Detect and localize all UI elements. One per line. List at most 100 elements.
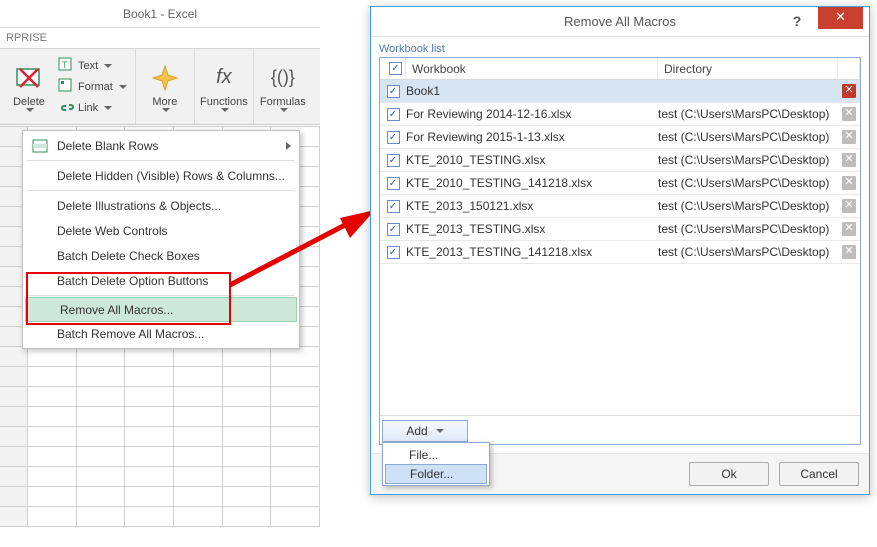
header-remove xyxy=(838,58,860,79)
row-checkbox[interactable]: ✓ xyxy=(380,80,406,102)
add-button-label: Add xyxy=(406,424,427,438)
workbook-row[interactable]: ✓KTE_2010_TESTING_141218.xlsxtest (C:\Us… xyxy=(380,172,860,195)
help-button[interactable]: ? xyxy=(777,7,817,35)
separator xyxy=(27,190,295,191)
row-remove-button[interactable]: ✕ xyxy=(838,126,860,148)
row-checkbox[interactable]: ✓ xyxy=(380,126,406,148)
add-menu-file[interactable]: File... xyxy=(383,445,489,465)
format-icon xyxy=(58,78,74,95)
radio-icon xyxy=(29,272,51,290)
add-button[interactable]: Add xyxy=(382,420,468,442)
checkbox-icon xyxy=(29,247,51,265)
chevron-down-icon xyxy=(162,108,170,112)
close-button[interactable]: ✕ xyxy=(818,7,863,29)
menu-item-label: Batch Delete Option Buttons xyxy=(57,274,208,288)
macro-batch-icon xyxy=(29,325,51,343)
workbook-list-label: Workbook list xyxy=(379,43,861,55)
ribbon-group-formulas: {()} Formulas xyxy=(254,49,312,124)
row-remove-button[interactable]: ✕ xyxy=(838,103,860,125)
text-icon: T xyxy=(58,57,74,74)
delete-button[interactable]: Delete xyxy=(6,62,52,112)
workbook-list-header: ✓ Workbook Directory xyxy=(380,58,860,80)
chevron-down-icon xyxy=(104,64,112,68)
header-workbook[interactable]: Workbook xyxy=(406,58,658,79)
row-directory xyxy=(658,80,838,102)
row-workbook: KTE_2010_TESTING_141218.xlsx xyxy=(406,172,658,194)
workbook-row[interactable]: ✓KTE_2010_TESTING.xlsxtest (C:\Users\Mar… xyxy=(380,149,860,172)
row-workbook: KTE_2013_TESTING_141218.xlsx xyxy=(406,241,658,263)
menu-item-delete-blank-rows[interactable]: Delete Blank Rows xyxy=(23,133,299,158)
row-remove-button[interactable]: ✕ xyxy=(838,218,860,240)
row-checkbox[interactable]: ✓ xyxy=(380,172,406,194)
row-directory: test (C:\Users\MarsPC\Desktop) xyxy=(658,126,838,148)
header-checkbox[interactable]: ✓ xyxy=(380,58,406,79)
add-menu-folder[interactable]: Folder... xyxy=(385,464,487,484)
row-remove-button[interactable]: ✕ xyxy=(838,80,860,102)
row-checkbox[interactable]: ✓ xyxy=(380,149,406,171)
cancel-button[interactable]: Cancel xyxy=(779,462,859,486)
row-workbook: KTE_2013_150121.xlsx xyxy=(406,195,658,217)
menu-item-delete-illustrations[interactable]: Delete Illustrations & Objects... xyxy=(23,193,299,218)
separator xyxy=(27,295,295,296)
rows-icon xyxy=(29,137,51,155)
fx-icon: fx xyxy=(208,62,240,94)
link-button[interactable]: Link xyxy=(56,98,129,117)
excel-window: Book1 - Excel RPRISE Delete T Text Forma… xyxy=(0,0,320,125)
objects-icon xyxy=(29,197,51,215)
link-icon xyxy=(58,99,74,116)
format-button[interactable]: Format xyxy=(56,77,129,96)
chevron-down-icon xyxy=(221,108,229,112)
workbook-row[interactable]: ✓KTE_2013_TESTING.xlsxtest (C:\Users\Mar… xyxy=(380,218,860,241)
dialog-titlebar[interactable]: Remove All Macros ? ✕ xyxy=(371,7,869,37)
sparkle-icon xyxy=(149,62,181,94)
menu-item-batch-remove-all-macros[interactable]: Batch Remove All Macros... xyxy=(23,321,299,346)
menu-item-batch-delete-option-buttons[interactable]: Batch Delete Option Buttons xyxy=(23,268,299,293)
row-checkbox[interactable]: ✓ xyxy=(380,218,406,240)
menu-item-label: Batch Delete Check Boxes xyxy=(57,249,200,263)
workbook-list: ✓ Workbook Directory ✓Book1✕✓For Reviewi… xyxy=(379,57,861,445)
menu-item-label: Delete Web Controls xyxy=(57,224,168,238)
more-button[interactable]: More xyxy=(142,62,188,112)
row-remove-button[interactable]: ✕ xyxy=(838,195,860,217)
remove-all-macros-dialog: Remove All Macros ? ✕ Workbook list ✓ Wo… xyxy=(370,6,870,495)
chevron-down-icon xyxy=(119,85,127,89)
row-remove-button[interactable]: ✕ xyxy=(838,241,860,263)
workbook-row[interactable]: ✓KTE_2013_TESTING_141218.xlsxtest (C:\Us… xyxy=(380,241,860,264)
menu-item-batch-delete-checkboxes[interactable]: Batch Delete Check Boxes xyxy=(23,243,299,268)
workbook-row[interactable]: ✓KTE_2013_150121.xlsxtest (C:\Users\Mars… xyxy=(380,195,860,218)
menu-item-remove-all-macros[interactable]: Remove All Macros... xyxy=(25,297,297,322)
braces-icon: {()} xyxy=(267,62,299,94)
chevron-down-icon xyxy=(104,106,112,110)
row-directory: test (C:\Users\MarsPC\Desktop) xyxy=(658,241,838,263)
menu-item-label: Remove All Macros... xyxy=(60,303,173,317)
ribbon: Delete T Text Format Link xyxy=(0,49,320,125)
dialog-title: Remove All Macros xyxy=(564,14,676,29)
workbook-row[interactable]: ✓Book1✕ xyxy=(380,80,860,103)
workbook-row[interactable]: ✓For Reviewing 2015-1-13.xlsxtest (C:\Us… xyxy=(380,126,860,149)
menu-item-delete-web-controls[interactable]: Delete Web Controls xyxy=(23,218,299,243)
separator xyxy=(27,160,295,161)
row-directory: test (C:\Users\MarsPC\Desktop) xyxy=(658,172,838,194)
menu-item-label: Batch Remove All Macros... xyxy=(57,327,204,341)
excel-title: Book1 - Excel xyxy=(0,0,320,28)
ok-button[interactable]: Ok xyxy=(689,462,769,486)
functions-button[interactable]: fx Functions xyxy=(201,62,247,112)
row-checkbox[interactable]: ✓ xyxy=(380,103,406,125)
row-checkbox[interactable]: ✓ xyxy=(380,195,406,217)
row-remove-button[interactable]: ✕ xyxy=(838,149,860,171)
text-button[interactable]: T Text xyxy=(56,56,129,75)
row-remove-button[interactable]: ✕ xyxy=(838,172,860,194)
delete-label: Delete xyxy=(13,96,45,108)
workbook-row[interactable]: ✓For Reviewing 2014-12-16.xlsxtest (C:\U… xyxy=(380,103,860,126)
header-directory[interactable]: Directory xyxy=(658,58,838,79)
add-dropdown-menu: File... Folder... xyxy=(382,442,490,486)
web-icon xyxy=(29,222,51,240)
ribbon-group-cells: Delete T Text Format Link xyxy=(0,49,136,124)
row-directory: test (C:\Users\MarsPC\Desktop) xyxy=(658,103,838,125)
ribbon-tab-strip[interactable]: RPRISE xyxy=(0,28,320,49)
columns-icon xyxy=(29,167,51,185)
menu-item-delete-hidden[interactable]: Delete Hidden (Visible) Rows & Columns..… xyxy=(23,163,299,188)
svg-text:T: T xyxy=(62,60,68,70)
row-checkbox[interactable]: ✓ xyxy=(380,241,406,263)
formulas-button[interactable]: {()} Formulas xyxy=(260,62,306,112)
